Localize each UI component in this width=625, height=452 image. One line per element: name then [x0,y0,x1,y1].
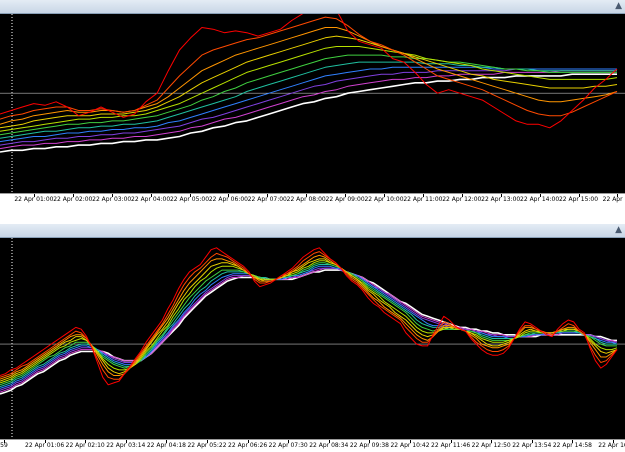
x-tick-label: 22 Apr 06:26 [228,442,268,449]
ribbon-chart-top [0,14,625,207]
ma-series-line-6 [0,262,617,386]
x-tick-label: 22 Apr 11:46 [431,442,471,449]
chart-window-titlebar-bottom[interactable]: ▲ [0,224,625,238]
x-tick-label: 22 Apr 09:00 [325,196,365,203]
x-tick-label: 22 Apr 06:00 [208,196,248,203]
chart-pane-bottom[interactable] [0,238,625,439]
x-tick-label: 22 Apr 02:10 [65,442,105,449]
x-tick-label: 22 Apr 07:30 [268,442,308,449]
ribbon-chart-bottom [0,238,625,439]
window-collapse-icon[interactable]: ▲ [615,225,622,235]
ma-series-line-2 [0,251,618,380]
x-tick-label: 22 Apr 03:14 [106,442,146,449]
chart-pane-top[interactable] [0,14,625,207]
x-tick-label: 22 Apr 15:00 [558,196,599,203]
x-tick-label: 22 Apr 12:50 [471,442,511,449]
x-tick-label: 22 Apr 07:00 [247,196,287,203]
pane-divider [0,206,625,224]
window-collapse-icon[interactable]: ▲ [615,1,622,11]
x-tick-label: 22 Apr 08:34 [309,442,349,449]
x-tick-label: 22 Apr 01:00 [14,196,54,203]
chart-window-titlebar-top[interactable]: ▲ [0,0,625,14]
ma-series-line-5 [0,46,618,132]
x-tick-label: 22 Apr 05:22 [187,442,227,449]
ma-series-line-9 [0,267,617,391]
x-tick-label: 22 Apr 16 [598,442,625,449]
x-tick-label: 22 Apr 02:00 [53,196,93,203]
time-axis-top: 022 Apr 01:0022 Apr 02:0022 Apr 03:0022 … [0,193,625,206]
ma-series-line-6 [0,54,617,136]
x-tick-label: 22 Apr 09:38 [349,442,389,449]
ma-series-line-4 [0,35,618,129]
x-tick-label: 22 Apr 04:00 [131,196,171,203]
x-tick-label: 22 Apr 08:00 [286,196,326,203]
x-tick-label: 22 Apr 16 [602,196,625,203]
x-tick-label: 22 Apr 12:00 [442,196,482,203]
x-tick-label: 22 Apr 04:18 [146,442,186,449]
x-tick-label: 22 Apr 05:00 [169,196,210,203]
time-axis-bottom: 59 22 Apr 01:06 22 Apr 02:10 22 Apr 03:14 22… [0,439,625,452]
ma-series-line-9 [0,68,617,146]
x-tick-label: 22 Apr 14:58 [552,442,592,449]
x-tick-label: 22 Apr 10:00 [364,196,404,203]
ma-series-line-7 [0,61,617,139]
x-tick-label: 22 Apr 13:00 [481,196,521,203]
x-tick-label: 22 Apr 11:00 [403,196,443,203]
x-tick-label: 22 Apr 03:00 [92,196,132,203]
ma-series-line-8 [0,66,617,143]
x-tick-label: 22 Apr 14:00 [520,196,560,203]
x-tick-label: 22 Apr 13:54 [512,442,552,449]
ma-series-line-10 [0,267,618,393]
x-tick-label: 22 Apr 01:06 [25,442,65,449]
ma-series-line-1 [0,14,618,129]
x-tick-label: 22 Apr 10:42 [390,442,430,449]
x-tick-label: 59 [0,442,8,449]
ma-series-line-4 [0,258,618,382]
